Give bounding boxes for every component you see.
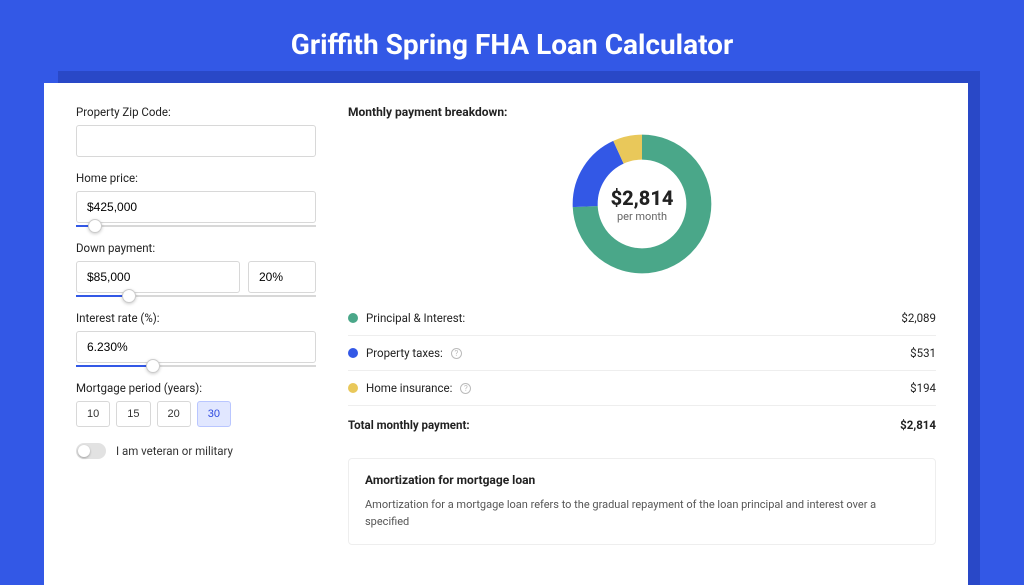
period-btn-30[interactable]: 30 bbox=[197, 401, 231, 427]
period-btn-10[interactable]: 10 bbox=[76, 401, 110, 427]
home-price-slider-thumb[interactable] bbox=[88, 219, 102, 233]
breakdown-list: Principal & Interest: $2,089 Property taxe… bbox=[348, 301, 936, 405]
interest-rate-input[interactable] bbox=[76, 331, 316, 363]
period-btn-15[interactable]: 15 bbox=[116, 401, 150, 427]
interest-rate-label: Interest rate (%): bbox=[76, 311, 316, 325]
amortization-body: Amortization for a mortgage loan refers … bbox=[365, 497, 919, 530]
breakdown-row: Home insurance:? $194 bbox=[348, 370, 936, 405]
veteran-toggle[interactable] bbox=[76, 443, 106, 459]
mortgage-period-field: Mortgage period (years): 1015 2030 bbox=[76, 381, 316, 427]
period-btn-20[interactable]: 20 bbox=[157, 401, 191, 427]
veteran-label: I am veteran or military bbox=[116, 444, 233, 458]
breakdown-label: Home insurance: bbox=[366, 381, 452, 395]
home-price-label: Home price: bbox=[76, 171, 316, 185]
home-price-slider[interactable] bbox=[76, 225, 316, 227]
breakdown-row: Property taxes:? $531 bbox=[348, 335, 936, 370]
interest-rate-slider[interactable] bbox=[76, 365, 316, 367]
donut-center: $2,814 per month bbox=[567, 129, 717, 279]
zip-field: Property Zip Code: bbox=[76, 105, 316, 157]
mortgage-period-label: Mortgage period (years): bbox=[76, 381, 316, 395]
breakdown-total-row: Total monthly payment: $2,814 bbox=[348, 405, 936, 444]
total-value: $2,814 bbox=[900, 418, 936, 432]
amortization-title: Amortization for mortgage loan bbox=[365, 473, 919, 487]
donut-total: $2,814 bbox=[611, 186, 674, 210]
down-payment-input[interactable] bbox=[76, 261, 240, 293]
breakdown-value: $2,089 bbox=[901, 311, 936, 325]
breakdown-value: $531 bbox=[910, 346, 936, 360]
zip-input[interactable] bbox=[76, 125, 316, 157]
interest-rate-slider-thumb[interactable] bbox=[146, 359, 160, 373]
breakdown-value: $194 bbox=[910, 381, 936, 395]
donut-chart: $2,814 per month bbox=[567, 129, 717, 279]
breakdown-label: Principal & Interest: bbox=[366, 311, 465, 325]
info-icon[interactable]: ? bbox=[451, 348, 462, 359]
form-column: Property Zip Code: Home price: Down paym… bbox=[76, 105, 316, 545]
yellow-dot-icon bbox=[348, 383, 358, 393]
breakdown-row: Principal & Interest: $2,089 bbox=[348, 301, 936, 335]
breakdown-column: Monthly payment breakdown: $2,814 per mo… bbox=[348, 105, 936, 545]
down-payment-label: Down payment: bbox=[76, 241, 316, 255]
breakdown-label: Property taxes: bbox=[366, 346, 443, 360]
card-shadow: Property Zip Code: Home price: Down paym… bbox=[44, 83, 980, 585]
down-payment-slider[interactable] bbox=[76, 295, 316, 297]
home-price-field: Home price: bbox=[76, 171, 316, 227]
calculator-card: Property Zip Code: Home price: Down paym… bbox=[44, 83, 968, 585]
donut-sub: per month bbox=[617, 210, 667, 223]
down-payment-pct-input[interactable] bbox=[248, 261, 316, 293]
zip-label: Property Zip Code: bbox=[76, 105, 316, 119]
info-icon[interactable]: ? bbox=[460, 383, 471, 394]
interest-rate-field: Interest rate (%): bbox=[76, 311, 316, 367]
veteran-row: I am veteran or military bbox=[76, 443, 316, 459]
amortization-card: Amortization for mortgage loan Amortizat… bbox=[348, 458, 936, 545]
donut-wrap: $2,814 per month bbox=[348, 129, 936, 279]
mortgage-period-options: 1015 2030 bbox=[76, 401, 316, 427]
blue-dot-icon bbox=[348, 348, 358, 358]
total-label: Total monthly payment: bbox=[348, 418, 470, 432]
down-payment-slider-thumb[interactable] bbox=[122, 289, 136, 303]
home-price-input[interactable] bbox=[76, 191, 316, 223]
breakdown-title: Monthly payment breakdown: bbox=[348, 105, 936, 119]
green-dot-icon bbox=[348, 313, 358, 323]
down-payment-field: Down payment: bbox=[76, 241, 316, 297]
